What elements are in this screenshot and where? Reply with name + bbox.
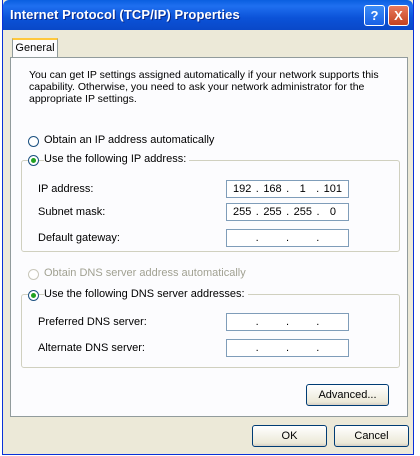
tcpip-properties-dialog: Internet Protocol (TCP/IP) Properties ? …: [2, 0, 414, 455]
ip-address-field[interactable]: 192. 168. 1. 101: [226, 180, 349, 198]
subnet-octet-2: 255: [263, 206, 282, 218]
subnet-mask-label: Subnet mask:: [38, 206, 106, 218]
help-icon: ?: [370, 8, 379, 23]
alternate-dns-field[interactable]: . . .: [226, 339, 349, 357]
advanced-button[interactable]: Advanced...: [306, 384, 389, 406]
obtain-dns-auto-label[interactable]: Obtain DNS server address automatically: [44, 267, 246, 279]
subnet-octet-4: 0: [329, 206, 337, 218]
help-button[interactable]: ?: [364, 5, 385, 26]
use-ip-manual-label[interactable]: Use the following IP address:: [44, 153, 190, 165]
alternate-dns-label: Alternate DNS server:: [38, 342, 145, 354]
subnet-mask-field[interactable]: 255. 255. 255. 0: [226, 203, 349, 221]
ip-address-label: IP address:: [38, 183, 94, 195]
ok-button[interactable]: OK: [252, 425, 327, 447]
default-gateway-field[interactable]: . . .: [226, 229, 349, 247]
cancel-button[interactable]: Cancel: [334, 425, 409, 447]
ip-octet-4: 101: [323, 183, 342, 195]
preferred-dns-field[interactable]: . . .: [226, 313, 349, 331]
use-dns-manual-radio[interactable]: [28, 290, 39, 301]
ip-octet-3: 1: [299, 183, 306, 195]
close-button[interactable]: X: [388, 5, 409, 26]
use-ip-manual-radio[interactable]: [28, 155, 39, 166]
default-gateway-label: Default gateway:: [38, 232, 120, 244]
ip-octet-2: 168: [263, 183, 282, 195]
preferred-dns-label: Preferred DNS server:: [38, 316, 147, 328]
obtain-ip-auto-label[interactable]: Obtain an IP address automatically: [44, 134, 214, 146]
title-bar[interactable]: Internet Protocol (TCP/IP) Properties ? …: [3, 0, 413, 30]
tab-general[interactable]: General: [12, 38, 58, 58]
close-icon: X: [394, 8, 403, 23]
description-text: You can get IP settings assigned automat…: [29, 69, 379, 105]
use-dns-manual-label[interactable]: Use the following DNS server addresses:: [44, 288, 248, 300]
window-title: Internet Protocol (TCP/IP) Properties: [10, 7, 240, 22]
subnet-octet-3: 255: [293, 206, 312, 218]
ip-octet-1: 192: [232, 183, 252, 195]
obtain-ip-auto-radio[interactable]: [28, 136, 39, 147]
subnet-octet-1: 255: [232, 206, 252, 218]
obtain-dns-auto-radio[interactable]: [28, 269, 39, 280]
